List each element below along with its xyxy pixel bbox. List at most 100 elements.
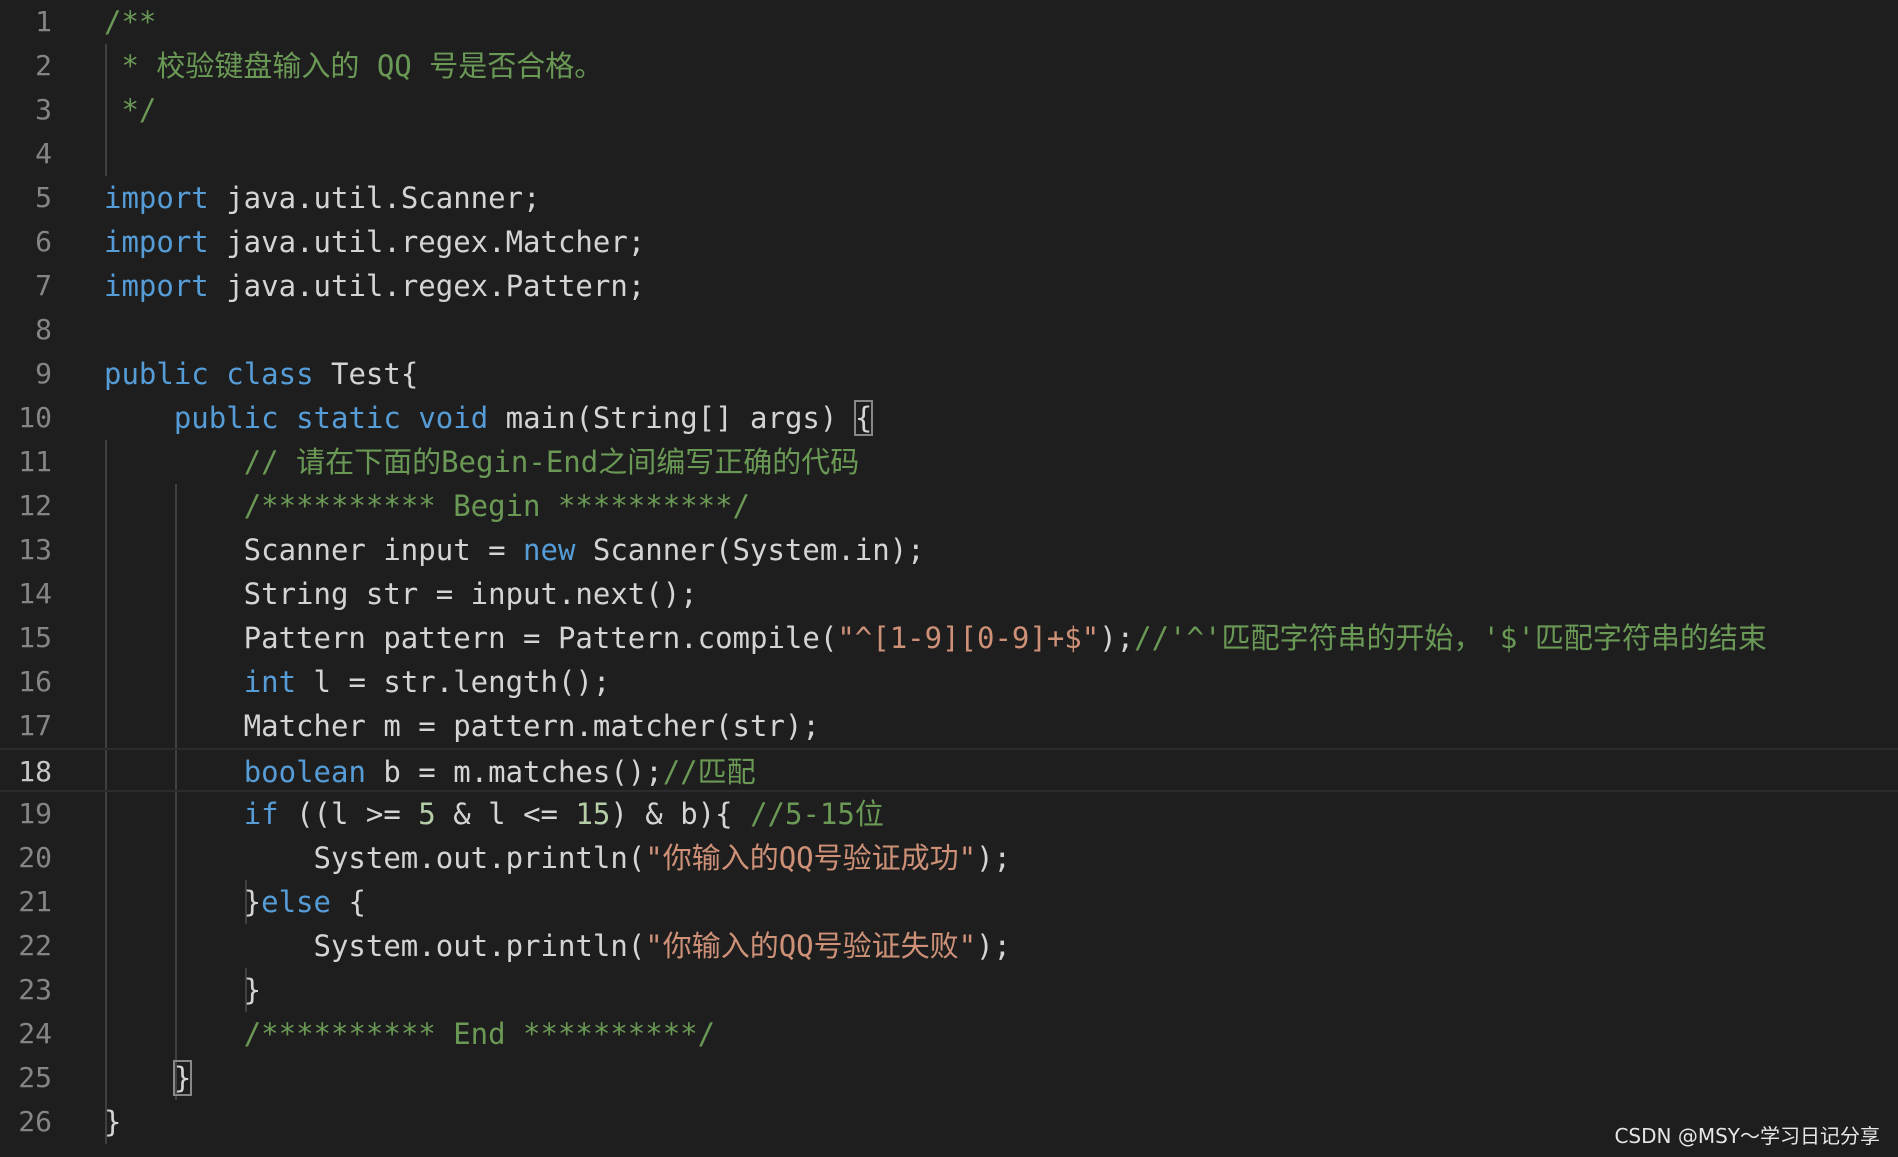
code-token: ); [976, 929, 1012, 963]
code-line[interactable]: 6 import java.util.regex.Matcher; [0, 220, 1898, 264]
code-line[interactable]: 23 } [0, 968, 1898, 1012]
line-number: 25 [18, 1061, 52, 1094]
line-number: 26 [18, 1105, 52, 1138]
line-code: } [104, 1100, 121, 1144]
line-number: 5 [35, 181, 52, 214]
line-number: 23 [18, 973, 52, 1006]
line-code: } [104, 968, 261, 1012]
code-token: b = m.matches(); [365, 755, 663, 789]
line-code: } [104, 1056, 193, 1100]
line-number: 20 [18, 841, 52, 874]
code-line[interactable]: 25 } [0, 1056, 1898, 1100]
code-line[interactable]: 7 import java.util.regex.Pattern; [0, 264, 1898, 308]
line-code: /********** End **********/ [104, 1012, 715, 1056]
code-line[interactable]: 16 int l = str.length(); [0, 660, 1898, 704]
code-editor[interactable]: 1/** 2 * 校验键盘输入的 QQ 号是否合格。 3 */4 5 import ja… [0, 0, 1898, 1157]
line-code: if ((l >= 5 & l <= 15) & b){ //5-15位 [104, 792, 884, 836]
code-token: "^[1-9][0-9]+$" [837, 621, 1100, 655]
code-token: } [104, 1105, 122, 1139]
code-token: Scanner input = [104, 533, 524, 567]
line-code: Scanner input = new Scanner(System.in); [104, 528, 925, 572]
code-token: } [104, 885, 262, 919]
code-line[interactable]: 9 public class Test{ [0, 352, 1898, 396]
code-line[interactable]: 20 System.out.println("你输入的QQ号验证成功"); [0, 836, 1898, 880]
matched-bracket: { [853, 400, 874, 436]
code-token: ((l >= [278, 797, 419, 831]
code-line[interactable]: 21 }else { [0, 880, 1898, 924]
code-line[interactable]: 1 /** [0, 0, 1898, 44]
line-code: import java.util.regex.Pattern; [104, 264, 645, 308]
code-line[interactable]: 13 Scanner input = new Scanner(System.in… [0, 528, 1898, 572]
code-line[interactable]: 26} [0, 1100, 1898, 1144]
code-token: System.out.println( [104, 929, 646, 963]
code-token: 5 [418, 797, 436, 831]
code-token: new [523, 533, 576, 567]
code-line[interactable]: 18 boolean b = m.matches();//匹配 [0, 748, 1898, 792]
line-number: 24 [18, 1017, 52, 1050]
code-token: "你输入的QQ号验证成功" [645, 841, 977, 875]
line-code: boolean b = m.matches();//匹配 [104, 750, 756, 794]
line-number: 18 [18, 755, 52, 788]
code-token: main(String[] args) [488, 401, 855, 435]
code-token: "你输入的QQ号验证失败" [645, 929, 977, 963]
line-number: 8 [35, 313, 52, 346]
code-token: Pattern pattern = Pattern.compile( [104, 621, 838, 655]
code-token: // 请在下面的Begin-End之间编写正确的代码 [243, 445, 860, 479]
code-token: Scanner(System.in); [575, 533, 925, 567]
code-token: import [104, 181, 209, 215]
code-line[interactable]: 10 public static void main(String[] args… [0, 396, 1898, 440]
code-line[interactable]: 3 */ [0, 88, 1898, 132]
code-token: /********** Begin **********/ [243, 489, 751, 523]
code-line[interactable]: 5 import java.util.Scanner; [0, 176, 1898, 220]
code-token: static [296, 401, 401, 435]
code-token: import [104, 225, 209, 259]
line-code: public static void main(String[] args) { [104, 396, 874, 440]
code-line[interactable]: 12 /********** Begin **********/ [0, 484, 1898, 528]
code-line[interactable]: 11 // 请在下面的Begin-End之间编写正确的代码 [0, 440, 1898, 484]
code-token: java.util.Scanner; [208, 181, 541, 215]
code-token: Matcher m = pattern.matcher(str); [104, 709, 820, 743]
code-token: if [243, 797, 279, 831]
code-token: else [261, 885, 331, 919]
code-line[interactable]: 2 * 校验键盘输入的 QQ 号是否合格。 [0, 44, 1898, 88]
line-code: */ [104, 88, 156, 132]
code-token: //'^'匹配字符串的开始，'$'匹配字符串的结束 [1134, 621, 1767, 655]
code-line[interactable]: 17 Matcher m = pattern.matcher(str); [0, 704, 1898, 748]
line-code: int l = str.length(); [104, 660, 611, 704]
code-line[interactable]: 24 /********** End **********/ [0, 1012, 1898, 1056]
line-code: /** [104, 0, 156, 44]
line-number: 4 [35, 137, 52, 170]
code-token: * 校验键盘输入的 QQ 号是否合格。 [104, 49, 604, 83]
line-number: 15 [18, 621, 52, 654]
line-number: 3 [35, 93, 52, 126]
code-token: //匹配 [662, 755, 756, 789]
code-token: System.out.println( [104, 841, 646, 875]
watermark: CSDN @MSY～学习日记分享 [1614, 1124, 1880, 1148]
line-number: 1 [35, 5, 52, 38]
line-number: 7 [35, 269, 52, 302]
code-token: & l <= [435, 797, 576, 831]
line-code: import java.util.Scanner; [104, 176, 541, 220]
line-number: 21 [18, 885, 52, 918]
line-code: * 校验键盘输入的 QQ 号是否合格。 [104, 44, 603, 88]
code-line[interactable]: 8 [0, 308, 1898, 352]
line-code: Pattern pattern = Pattern.compile("^[1-9… [104, 616, 1767, 660]
code-token: ) & b){ [610, 797, 751, 831]
code-line[interactable]: 15 Pattern pattern = Pattern.compile("^[… [0, 616, 1898, 660]
code-line[interactable]: 19 if ((l >= 5 & l <= 15) & b){ //5-15位 [0, 792, 1898, 836]
code-line[interactable]: 22 System.out.println("你输入的QQ号验证失败"); [0, 924, 1898, 968]
code-line[interactable]: 14 String str = input.next(); [0, 572, 1898, 616]
line-number: 9 [35, 357, 52, 390]
line-code: String str = input.next(); [104, 572, 698, 616]
code-line[interactable]: 4 [0, 132, 1898, 176]
code-token: java.util.regex.Pattern; [208, 269, 646, 303]
line-number: 17 [18, 709, 52, 742]
line-number: 6 [35, 225, 52, 258]
